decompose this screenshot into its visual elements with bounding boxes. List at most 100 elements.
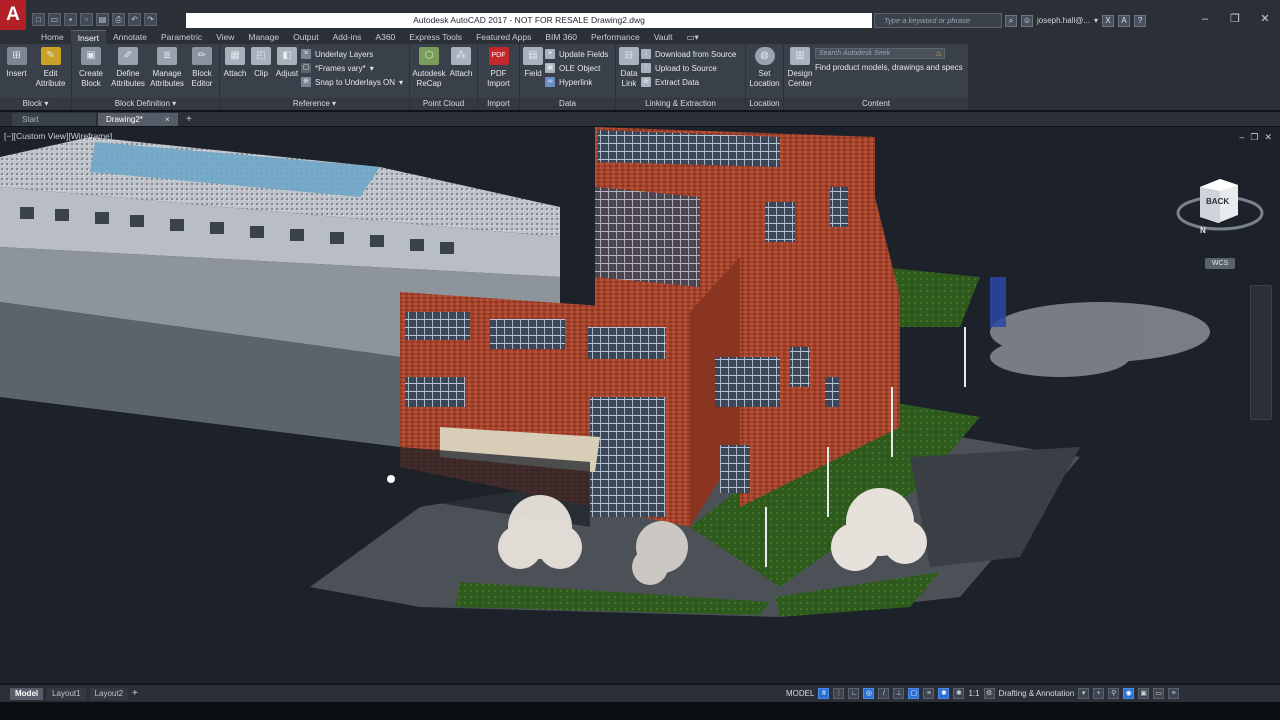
viewport-close-icon[interactable]: ✕ xyxy=(1264,132,1272,143)
annotation-visibility-icon[interactable]: ✱ xyxy=(938,688,950,699)
annotation-scale-dropdown[interactable]: 1:1 xyxy=(968,689,979,698)
chevron-down-icon[interactable]: ▾ xyxy=(1078,688,1090,699)
close-icon[interactable]: ✕ xyxy=(1250,10,1280,28)
set-location-button[interactable]: ◍ Set Location xyxy=(748,47,781,98)
tab-parametric[interactable]: Parametric xyxy=(154,30,209,44)
tab-annotate[interactable]: Annotate xyxy=(106,30,154,44)
clean-screen-icon[interactable]: ▭ xyxy=(1153,688,1165,699)
add-layout-icon[interactable]: + xyxy=(132,688,138,699)
clip-button[interactable]: ◰ Clip xyxy=(249,47,273,98)
ole-object-button[interactable]: ▣ OLE Object xyxy=(545,63,608,73)
close-tab-icon[interactable]: × xyxy=(165,113,170,126)
manage-attributes-button[interactable]: ≣ Manage Attributes xyxy=(148,47,186,98)
drawing-viewport[interactable]: [−][Custom View][Wireframe] – ❐ ✕ BACK N… xyxy=(0,127,1280,683)
object-snap-tracking-icon[interactable]: ⊥ xyxy=(893,688,905,699)
application-menu-button[interactable]: A xyxy=(0,0,26,30)
tab-add-ins[interactable]: Add-ins xyxy=(326,30,369,44)
snap-mode-icon[interactable]: ⋮ xyxy=(833,688,845,699)
compass-north-label[interactable]: N xyxy=(1200,226,1206,235)
undo-icon[interactable]: ↶ xyxy=(128,13,141,26)
annotation-monitor-icon[interactable]: + xyxy=(1093,688,1105,699)
extract-data-button[interactable]: ⊞ Extract Data xyxy=(641,77,736,87)
hyperlink-button[interactable]: ∞ Hyperlink xyxy=(545,77,608,87)
help-icon[interactable]: ? xyxy=(1134,14,1147,27)
file-tab-start[interactable]: Start xyxy=(12,113,96,126)
viewport-restore-icon[interactable]: ❐ xyxy=(1250,132,1258,143)
exchange-apps-icon[interactable]: X xyxy=(1102,14,1115,27)
underlay-layers-button[interactable]: ≡ Underlay Layers xyxy=(301,49,403,59)
tab-express-tools[interactable]: Express Tools xyxy=(402,30,469,44)
redo-icon[interactable]: ↷ xyxy=(144,13,157,26)
edit-attribute-button[interactable]: ✎ Edit Attribute xyxy=(32,47,69,98)
panel-title-block[interactable]: Block ▾ xyxy=(0,98,71,110)
panel-title-block-definition[interactable]: Block Definition ▾ xyxy=(72,98,219,110)
viewcube[interactable]: BACK N xyxy=(1176,175,1268,245)
a360-icon[interactable]: A xyxy=(1118,14,1131,27)
ribbon-options-icon[interactable]: ▭▾ xyxy=(679,30,705,44)
layout-tab-model[interactable]: Model xyxy=(10,687,44,700)
new-icon[interactable]: □ xyxy=(32,13,45,26)
web-mobile-icon[interactable]: ▤ xyxy=(96,13,109,26)
frames-vary-dropdown[interactable]: ▢ *Frames vary* ▾ xyxy=(301,63,403,73)
seek-search-icon[interactable]: ⌂ xyxy=(936,49,941,58)
block-editor-button[interactable]: ✏ Block Editor xyxy=(187,47,217,98)
chevron-down-icon[interactable]: ▾ xyxy=(1094,16,1098,25)
viewport-controls-label[interactable]: [−][Custom View][Wireframe] xyxy=(4,131,112,141)
autodesk-recap-button[interactable]: ⬡ Autodesk ReCap xyxy=(412,47,446,98)
tab-bim-360[interactable]: BIM 360 xyxy=(538,30,584,44)
workspace-switch[interactable]: Drafting & Annotation xyxy=(999,689,1075,698)
workspace-gear-icon[interactable]: ⚙ xyxy=(983,688,995,699)
tab-featured-apps[interactable]: Featured Apps xyxy=(469,30,538,44)
save-as-icon[interactable]: ▫ xyxy=(80,13,93,26)
download-from-source-button[interactable]: ↓ Download from Source xyxy=(641,49,736,59)
insert-button[interactable]: ⊞ Insert xyxy=(2,47,31,98)
upload-to-source-button[interactable]: ↑ Upload to Source xyxy=(641,63,736,73)
object-snap-icon[interactable]: ▢ xyxy=(908,688,920,699)
new-tab-icon[interactable]: + xyxy=(186,113,192,126)
tab-manage[interactable]: Manage xyxy=(241,30,286,44)
plot-icon[interactable]: ⎙ xyxy=(112,13,125,26)
polar-tracking-icon[interactable]: ◎ xyxy=(863,688,875,699)
tab-performance[interactable]: Performance xyxy=(584,30,647,44)
create-block-button[interactable]: ▣ Create Block xyxy=(74,47,108,98)
lineweight-icon[interactable]: ≡ xyxy=(923,688,935,699)
navigation-bar[interactable] xyxy=(1250,285,1272,420)
model-space-toggle[interactable]: MODEL xyxy=(786,689,814,698)
seek-search-input[interactable]: Search Autodesk Seek ⌂ xyxy=(815,48,945,59)
tab-a360[interactable]: A360 xyxy=(368,30,402,44)
user-icon[interactable]: ☺ xyxy=(1021,14,1033,27)
ortho-icon[interactable]: ∟ xyxy=(848,688,860,699)
binoculars-icon[interactable]: ⌕ xyxy=(1005,14,1017,27)
viewcube-face-label[interactable]: BACK xyxy=(1206,197,1229,206)
tab-output[interactable]: Output xyxy=(286,30,326,44)
tab-home[interactable]: Home xyxy=(34,30,71,44)
minimize-icon[interactable]: – xyxy=(1190,10,1220,28)
customization-icon[interactable]: ≡ xyxy=(1168,688,1180,699)
layout-tab-layout1[interactable]: Layout1 xyxy=(47,687,86,700)
attach-reference-button[interactable]: ▦ Attach xyxy=(222,47,248,98)
open-icon[interactable]: ▭ xyxy=(48,13,61,26)
update-fields-button[interactable]: ≡ Update Fields xyxy=(545,49,608,59)
restore-icon[interactable]: ❐ xyxy=(1220,10,1250,28)
snap-to-underlays-dropdown[interactable]: ⊕ Snap to Underlays ON ▾ xyxy=(301,77,403,87)
isolate-objects-icon[interactable]: ◉ xyxy=(1123,688,1135,699)
layout-tab-layout2[interactable]: Layout2 xyxy=(89,687,129,700)
pdf-import-button[interactable]: PDF PDF Import xyxy=(481,47,517,98)
isodraft-icon[interactable]: / xyxy=(878,688,890,699)
define-attributes-button[interactable]: ✐ Define Attributes xyxy=(109,47,147,98)
adjust-button[interactable]: ◧ Adjust xyxy=(274,47,300,98)
tab-view[interactable]: View xyxy=(209,30,241,44)
wcs-menu[interactable]: WCS xyxy=(1205,258,1235,269)
panel-title-reference[interactable]: Reference ▾ xyxy=(220,98,409,110)
help-search-input[interactable]: Type a keyword or phrase xyxy=(874,13,1002,28)
hardware-acceleration-icon[interactable]: ▣ xyxy=(1138,688,1150,699)
viewport-minimize-icon[interactable]: – xyxy=(1239,132,1244,143)
user-name[interactable]: joseph.hall@... xyxy=(1037,16,1090,25)
field-button[interactable]: ▤ Field xyxy=(522,47,544,98)
tab-vault[interactable]: Vault xyxy=(647,30,680,44)
grid-icon[interactable]: # xyxy=(818,688,830,699)
auto-scale-icon[interactable]: ✱ xyxy=(953,688,965,699)
design-center-button[interactable]: ▥ Design Center xyxy=(786,47,814,98)
tab-insert[interactable]: Insert xyxy=(70,30,106,44)
data-link-button[interactable]: ⊟ Data Link xyxy=(618,47,640,98)
